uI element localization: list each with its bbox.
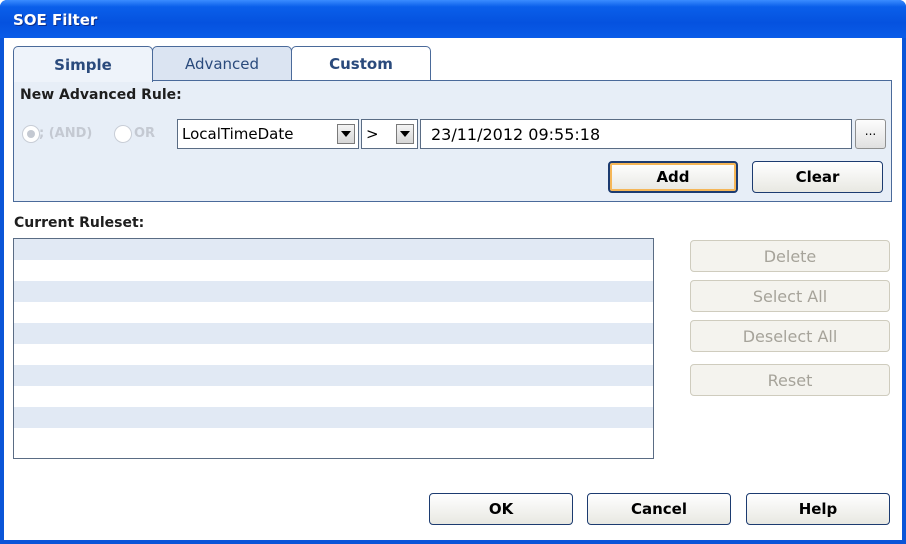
ok-button[interactable]: OK xyxy=(429,493,573,525)
browse-button-label: ... xyxy=(864,124,877,138)
help-button[interactable]: Help xyxy=(746,493,890,525)
new-rule-heading: New Advanced Rule: xyxy=(20,87,182,103)
add-button[interactable]: Add xyxy=(608,161,738,193)
delete-button-label: Delete xyxy=(763,246,817,266)
field-combo[interactable]: LocalTimeDate xyxy=(177,119,359,149)
help-button-label: Help xyxy=(798,500,838,518)
reset-button-label: Reset xyxy=(767,370,813,390)
tab-simple-label: Simple xyxy=(54,55,112,74)
ok-button-label: OK xyxy=(488,500,514,518)
browse-button[interactable]: ... xyxy=(855,119,886,149)
operator-combo[interactable]: > xyxy=(361,119,418,149)
ruleset-heading: Current Ruleset: xyxy=(14,215,145,231)
tab-advanced-label: Advanced xyxy=(184,55,260,73)
clear-button[interactable]: Clear xyxy=(752,161,883,193)
list-item[interactable] xyxy=(14,302,653,323)
dialog-window: SOE Filter Simple Advanced Custom New Ad… xyxy=(0,0,906,544)
deselect-all-button-label: Deselect All xyxy=(742,326,838,346)
reset-button[interactable]: Reset xyxy=(690,364,890,396)
and-radio[interactable] xyxy=(22,125,40,143)
title-bar[interactable]: SOE Filter xyxy=(0,0,906,38)
tab-advanced[interactable]: Advanced xyxy=(152,46,292,81)
field-combo-value: LocalTimeDate xyxy=(182,125,294,143)
list-item[interactable] xyxy=(14,407,653,428)
cancel-button[interactable]: Cancel xyxy=(587,493,731,525)
or-radio[interactable] xyxy=(114,125,132,143)
list-item[interactable] xyxy=(14,239,653,260)
delete-button[interactable]: Delete xyxy=(690,240,890,272)
list-item[interactable] xyxy=(14,365,653,386)
cancel-button-label: Cancel xyxy=(630,500,687,518)
tab-custom[interactable]: Custom xyxy=(291,46,431,81)
window-title: SOE Filter xyxy=(13,11,98,29)
rule-value-input[interactable]: 23/11/2012 09:55:18 xyxy=(420,119,852,149)
new-rule-panel: New Advanced Rule: ; (AND) OR LocalTimeD… xyxy=(13,80,892,202)
deselect-all-button[interactable]: Deselect All xyxy=(690,320,890,352)
select-all-button[interactable]: Select All xyxy=(690,280,890,312)
list-item[interactable] xyxy=(14,260,653,281)
select-all-button-label: Select All xyxy=(752,286,828,306)
list-item[interactable] xyxy=(14,344,653,365)
tab-custom-label: Custom xyxy=(329,55,393,73)
clear-button-label: Clear xyxy=(795,168,840,186)
tab-simple[interactable]: Simple xyxy=(13,46,153,82)
operator-combo-value: > xyxy=(366,125,379,143)
rule-value-text: 23/11/2012 09:55:18 xyxy=(431,124,601,144)
list-item[interactable] xyxy=(14,323,653,344)
field-dropdown-arrow-icon[interactable] xyxy=(337,124,355,144)
ruleset-list[interactable] xyxy=(13,238,654,459)
list-item[interactable] xyxy=(14,428,653,449)
or-radio-label: OR xyxy=(134,126,156,141)
operator-dropdown-arrow-icon[interactable] xyxy=(396,124,414,144)
add-button-label: Add xyxy=(656,168,690,186)
list-item[interactable] xyxy=(14,386,653,407)
list-item[interactable] xyxy=(14,281,653,302)
dialog-client-area: Simple Advanced Custom New Advanced Rule… xyxy=(4,38,902,540)
and-radio-label: ; (AND) xyxy=(39,126,93,141)
